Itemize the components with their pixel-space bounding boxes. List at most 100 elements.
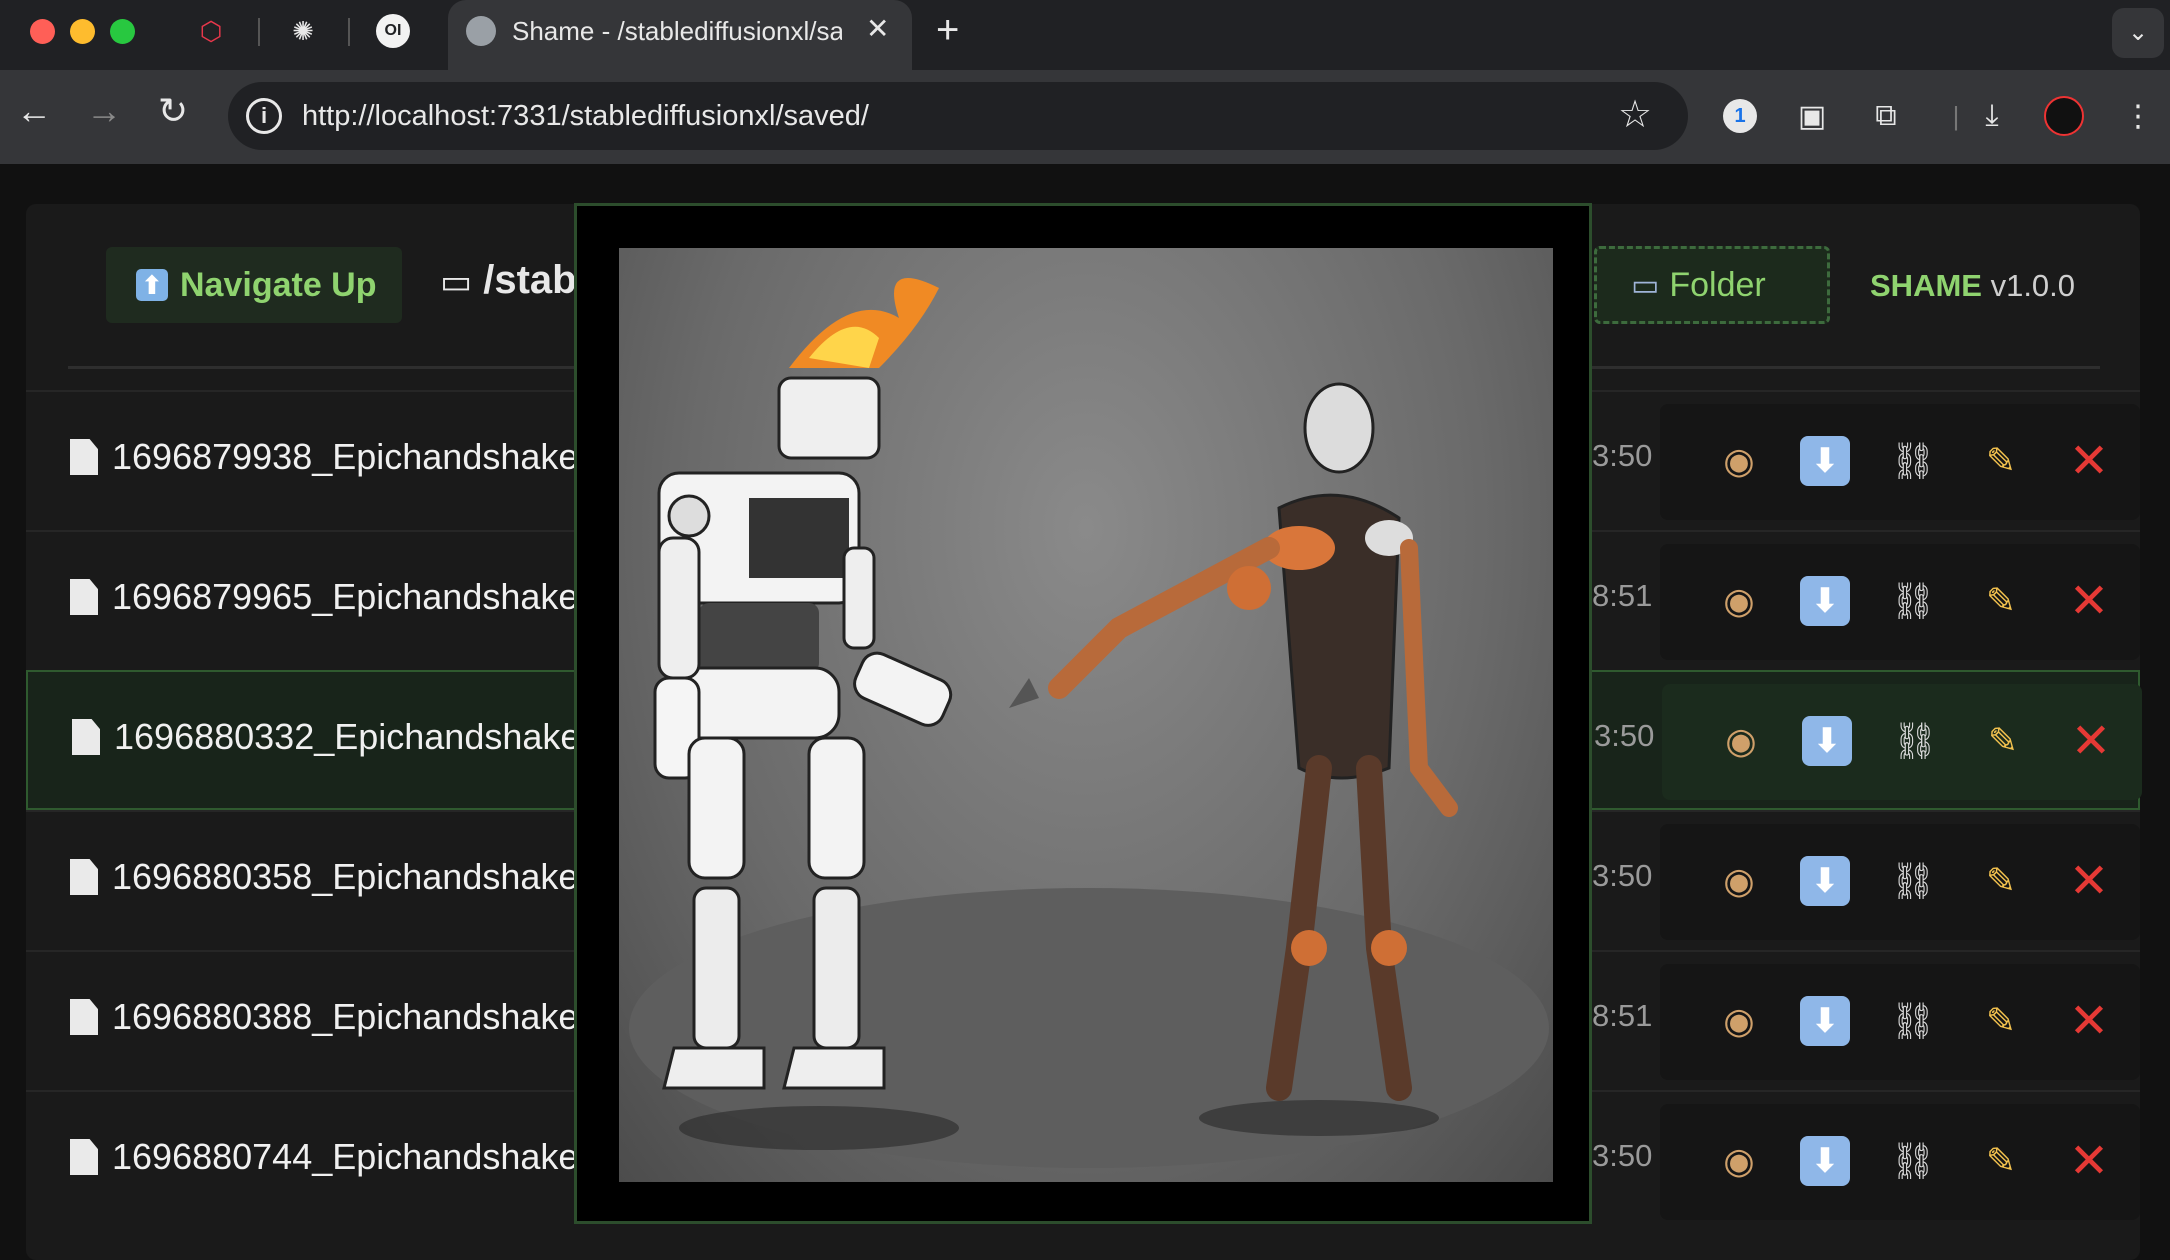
new-tab-button[interactable]: + <box>936 8 959 53</box>
site-info-icon[interactable]: i <box>246 98 282 134</box>
file-name-text: 1696879938_Epichandshake <box>112 436 579 477</box>
file-icon <box>70 1139 98 1175</box>
eye-icon[interactable]: ◉ <box>1716 716 1766 766</box>
up-arrow-icon: ⬆ <box>136 269 168 301</box>
folder-icon: ▭ <box>440 263 473 301</box>
file-time: 3:50 <box>1592 858 1653 893</box>
delete-icon[interactable]: ✕ <box>2066 715 2116 768</box>
extensions-puzzle-icon[interactable]: ⧉ <box>1866 96 1906 136</box>
file-icon <box>70 579 98 615</box>
file-time: 8:51 <box>1592 578 1653 613</box>
link-icon[interactable]: ⛓ <box>1888 436 1938 486</box>
file-name-text: 1696879965_Epichandshake <box>112 576 579 617</box>
file-name-text: 1696880744_Epichandshake <box>112 1136 579 1177</box>
link-icon[interactable]: ⛓ <box>1888 576 1938 626</box>
pencil-icon[interactable]: ✎ <box>1976 856 2026 906</box>
brand-name: SHAME <box>1870 268 1982 303</box>
file-time: 8:51 <box>1592 998 1653 1033</box>
file-time: 3:50 <box>1592 1138 1653 1173</box>
download-icon[interactable]: ⬇ <box>1800 436 1850 486</box>
file-name[interactable]: 1696880332_Epichandshake <box>72 716 580 758</box>
eye-icon[interactable]: ◉ <box>1714 436 1764 486</box>
delete-icon[interactable]: ✕ <box>2064 435 2114 488</box>
browser-menu-icon[interactable]: ⋮ <box>2118 96 2158 136</box>
file-name[interactable]: 1696880388_Epichandshake <box>70 996 578 1038</box>
eye-icon[interactable]: ◉ <box>1714 576 1764 626</box>
file-icon <box>70 999 98 1035</box>
browser-toolbar: ← → ↻ i http://localhost:7331/stablediff… <box>0 70 2170 164</box>
navigate-up-button[interactable]: ⬆ Navigate Up <box>106 247 402 323</box>
navigate-up-label: Navigate Up <box>180 265 377 304</box>
delete-icon[interactable]: ✕ <box>2064 855 2114 908</box>
browser-tab-strip: ⬡ ✺ OI Shame - /stablediffusionxl/saved/… <box>0 0 2170 70</box>
file-time: 3:50 <box>1592 438 1653 473</box>
pencil-icon[interactable]: ✎ <box>1976 1136 2026 1186</box>
eye-icon[interactable]: ◉ <box>1714 996 1764 1046</box>
current-path: ▭ /stab <box>440 258 577 303</box>
pencil-icon[interactable]: ✎ <box>1976 996 2026 1046</box>
new-folder-button[interactable]: ▭ Folder <box>1594 246 1830 324</box>
minimize-window-button[interactable] <box>70 19 95 44</box>
delete-icon[interactable]: ✕ <box>2064 575 2114 628</box>
file-actions: ◉ ⬇ ⛓ ✎ ✕ <box>1660 404 2140 520</box>
file-name[interactable]: 1696880358_Epichandshake <box>70 856 578 898</box>
image-preview-modal[interactable] <box>574 203 1592 1224</box>
tab-separator <box>348 18 350 46</box>
file-icon <box>70 859 98 895</box>
download-icon[interactable]: ⬇ <box>1800 996 1850 1046</box>
download-icon[interactable]: ⬇ <box>1800 1136 1850 1186</box>
close-tab-icon[interactable]: ✕ <box>866 12 889 45</box>
profile-avatar[interactable] <box>2044 96 2084 136</box>
password-manager-icon[interactable]: 1 <box>1720 96 1760 136</box>
eye-icon[interactable]: ◉ <box>1714 856 1764 906</box>
pinned-tab-openai-icon[interactable]: ✺ <box>284 12 322 50</box>
pinned-tab-oi-icon[interactable]: OI <box>376 14 410 48</box>
file-name[interactable]: 1696880744_Epichandshake <box>70 1136 578 1178</box>
file-time: 3:50 <box>1594 718 1655 753</box>
tab-title: Shame - /stablediffusionxl/saved/ <box>512 16 842 46</box>
file-name[interactable]: 1696879938_Epichandshake <box>70 436 578 478</box>
file-icon <box>72 719 100 755</box>
download-icon[interactable]: ⬇ <box>1802 716 1852 766</box>
file-actions: ◉ ⬇ ⛓ ✎ ✕ <box>1660 964 2140 1080</box>
reload-icon[interactable]: ↻ <box>158 90 188 132</box>
link-icon[interactable]: ⛓ <box>1888 1136 1938 1186</box>
tab-separator <box>258 18 260 46</box>
file-name-text: 1696880388_Epichandshake <box>112 996 579 1037</box>
globe-icon <box>466 16 496 46</box>
file-actions: ◉ ⬇ ⛓ ✎ ✕ <box>1660 824 2140 940</box>
download-icon[interactable]: ⬇ <box>1800 576 1850 626</box>
file-name[interactable]: 1696879965_Epichandshake <box>70 576 578 618</box>
file-actions: ◉ ⬇ ⛓ ✎ ✕ <box>1660 1104 2140 1220</box>
back-icon[interactable]: ← <box>16 90 52 132</box>
tab-search-chevron-icon[interactable]: ⌄ <box>2112 8 2164 58</box>
preview-image <box>619 248 1553 1182</box>
pencil-icon[interactable]: ✎ <box>1976 576 2026 626</box>
current-path-text: /stab <box>483 258 577 302</box>
pinned-tab-octagon-icon[interactable]: ⬡ <box>192 12 230 50</box>
close-window-button[interactable] <box>30 19 55 44</box>
link-icon[interactable]: ⛓ <box>1890 716 1940 766</box>
robot-handshake-illustration <box>629 278 1549 1168</box>
pencil-icon[interactable]: ✎ <box>1976 436 2026 486</box>
delete-icon[interactable]: ✕ <box>2064 995 2114 1048</box>
link-icon[interactable]: ⛓ <box>1888 996 1938 1046</box>
active-tab[interactable]: Shame - /stablediffusionxl/saved/ ✕ <box>448 0 912 70</box>
folder-icon: ▭ <box>1631 268 1660 302</box>
address-bar[interactable]: i http://localhost:7331/stablediffusionx… <box>228 82 1688 150</box>
file-name-text: 1696880358_Epichandshake <box>112 856 579 897</box>
app-brand: SHAME v1.0.0 <box>1870 268 2075 304</box>
eye-icon[interactable]: ◉ <box>1714 1136 1764 1186</box>
downloads-icon[interactable]: ⤓ <box>1972 96 2012 136</box>
file-name-text: 1696880332_Epichandshake <box>114 716 581 757</box>
url-text[interactable]: http://localhost:7331/stablediffusionxl/… <box>302 98 869 134</box>
file-actions: ◉ ⬇ ⛓ ✎ ✕ <box>1662 684 2142 800</box>
link-icon[interactable]: ⛓ <box>1888 856 1938 906</box>
download-icon[interactable]: ⬇ <box>1800 856 1850 906</box>
maximize-window-button[interactable] <box>110 19 135 44</box>
delete-icon[interactable]: ✕ <box>2064 1135 2114 1188</box>
forward-icon[interactable]: → <box>86 90 122 132</box>
pencil-icon[interactable]: ✎ <box>1978 716 2028 766</box>
bookmark-star-icon[interactable]: ☆ <box>1618 92 1652 137</box>
cast-extension-icon[interactable]: ▣ <box>1792 96 1832 136</box>
